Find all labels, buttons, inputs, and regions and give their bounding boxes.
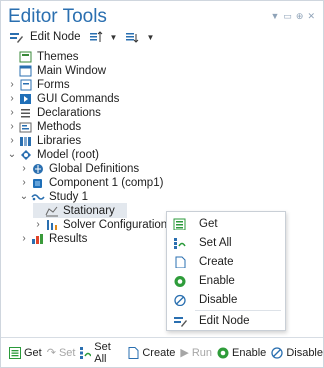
edit-node-icon bbox=[10, 33, 23, 43]
set-button[interactable]: ↷ Set bbox=[46, 346, 76, 360]
declarations-icon bbox=[21, 108, 30, 117]
tree-item-declarations[interactable]: › Declarations bbox=[7, 105, 101, 120]
create-icon bbox=[128, 346, 139, 359]
solver-configurations-icon bbox=[47, 219, 57, 230]
context-menu-disable[interactable]: Disable bbox=[167, 290, 285, 309]
disable-icon bbox=[174, 294, 186, 306]
expand-icon[interactable]: › bbox=[7, 79, 17, 90]
disable-icon bbox=[271, 346, 283, 359]
global-definitions-icon bbox=[33, 163, 43, 174]
create-button[interactable]: Create bbox=[127, 346, 175, 359]
tree-item-results[interactable]: › Results bbox=[19, 231, 87, 246]
model-icon bbox=[21, 149, 31, 160]
create-icon bbox=[175, 256, 186, 268]
get-button[interactable]: Get bbox=[9, 346, 42, 359]
context-menu-enable[interactable]: Enable bbox=[167, 271, 285, 290]
edit-node-icon bbox=[174, 316, 187, 327]
component-icon bbox=[33, 178, 42, 188]
tree-item-main-window[interactable]: Main Window bbox=[7, 63, 106, 78]
set-all-icon bbox=[174, 237, 186, 249]
expand-icon[interactable]: › bbox=[19, 233, 29, 244]
methods-icon bbox=[19, 122, 32, 132]
get-icon bbox=[9, 346, 21, 359]
collapse-icon[interactable]: ⌄ bbox=[19, 191, 29, 202]
context-menu: Get Set All Create Enable Disable Edit N… bbox=[166, 211, 286, 331]
expand-icon[interactable]: › bbox=[19, 177, 29, 188]
tree-item-themes[interactable]: Themes bbox=[7, 49, 79, 64]
context-menu-get[interactable]: Get bbox=[167, 214, 285, 233]
run-icon: ▶ bbox=[180, 347, 189, 359]
sort-icon bbox=[89, 31, 102, 42]
tree-item-forms[interactable]: › Forms bbox=[7, 77, 69, 92]
tree-item-model-root[interactable]: ⌄ Model (root) bbox=[7, 147, 99, 162]
expand-icon[interactable]: › bbox=[7, 135, 17, 146]
tree-item-component-1[interactable]: › Component 1 (comp1) bbox=[19, 175, 163, 190]
panel-title: Editor Tools bbox=[8, 6, 107, 27]
expand-icon[interactable]: › bbox=[19, 163, 29, 174]
editor-tools-panel: Editor Tools ▼ ▭ ⊕ ✕ Edit Node ▼ ▼ Theme… bbox=[0, 0, 324, 368]
set-icon: ↷ bbox=[46, 347, 56, 359]
restore-icon[interactable]: ▭ bbox=[283, 11, 292, 22]
edit-node-button[interactable]: Edit Node bbox=[7, 31, 81, 43]
libraries-icon bbox=[20, 136, 31, 146]
main-window-icon bbox=[19, 65, 32, 76]
expand-icon[interactable]: › bbox=[7, 121, 17, 132]
stationary-icon bbox=[45, 206, 58, 216]
run-button[interactable]: ▶ Run bbox=[180, 346, 212, 360]
forms-icon bbox=[20, 79, 32, 90]
enable-button[interactable]: Enable bbox=[217, 347, 266, 359]
study-icon bbox=[31, 193, 45, 200]
chevron-down-icon: ▼ bbox=[109, 32, 118, 42]
context-menu-edit-node[interactable]: Edit Node bbox=[167, 311, 285, 330]
pin-icon[interactable]: ⊕ bbox=[296, 11, 304, 22]
filter-button[interactable]: ▼ bbox=[123, 31, 154, 43]
expand-icon[interactable]: › bbox=[33, 219, 43, 230]
gui-commands-icon bbox=[20, 93, 31, 104]
enable-icon bbox=[174, 275, 186, 287]
edit-node-label: Edit Node bbox=[30, 31, 81, 43]
expand-icon[interactable]: › bbox=[7, 107, 17, 118]
toolbar: Edit Node ▼ ▼ bbox=[7, 29, 154, 45]
bottom-toolbar: Get ↷ Set Set All Create ▶ Run Enable Di… bbox=[1, 337, 323, 367]
dropdown-icon[interactable]: ▼ bbox=[270, 11, 279, 22]
tree-item-stationary[interactable]: Stationary bbox=[33, 203, 127, 218]
enable-icon bbox=[217, 347, 229, 358]
results-icon bbox=[32, 233, 43, 244]
set-all-button[interactable]: Set All bbox=[80, 341, 122, 365]
sort-button[interactable]: ▼ bbox=[87, 31, 118, 43]
tree-item-gui-commands[interactable]: › GUI Commands bbox=[7, 91, 119, 106]
tree-item-libraries[interactable]: › Libraries bbox=[7, 133, 81, 148]
chevron-down-icon: ▼ bbox=[146, 32, 155, 42]
tree-item-solver-configurations[interactable]: › Solver Configurations bbox=[33, 217, 173, 232]
tree-item-study-1[interactable]: ⌄ Study 1 bbox=[19, 189, 88, 204]
context-menu-set-all[interactable]: Set All bbox=[167, 233, 285, 252]
collapse-icon[interactable]: ⌄ bbox=[7, 149, 17, 160]
context-menu-create[interactable]: Create bbox=[167, 252, 285, 271]
expand-icon[interactable]: › bbox=[7, 93, 17, 104]
close-icon[interactable]: ✕ bbox=[307, 11, 315, 22]
filter-list-icon bbox=[126, 33, 139, 43]
tree-item-methods[interactable]: › Methods bbox=[7, 119, 81, 134]
disable-button[interactable]: Disable bbox=[271, 347, 323, 359]
window-controls: ▼ ▭ ⊕ ✕ bbox=[270, 11, 315, 22]
themes-icon bbox=[19, 51, 32, 62]
set-all-icon bbox=[80, 346, 92, 359]
tree-item-global-definitions[interactable]: › Global Definitions bbox=[19, 161, 139, 176]
get-icon bbox=[173, 218, 186, 230]
